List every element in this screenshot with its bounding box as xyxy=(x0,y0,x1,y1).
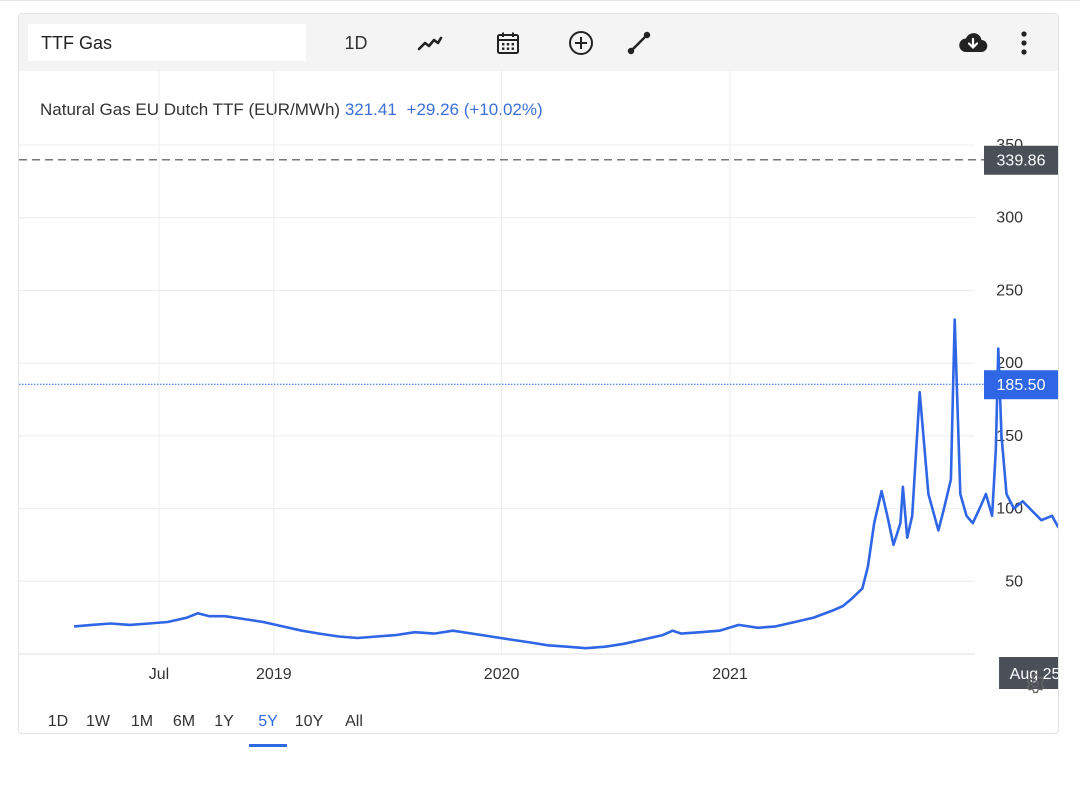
price-line xyxy=(73,318,1058,650)
gear-icon xyxy=(1026,674,1045,694)
chart-settings-button[interactable] xyxy=(1024,673,1046,700)
period-button-6m[interactable]: 6M xyxy=(165,711,203,747)
period-button-1d[interactable]: 1D xyxy=(40,711,76,747)
y-tick-label: 250 xyxy=(996,282,1023,299)
x-tick-label: 2021 xyxy=(712,666,748,683)
period-button-1m[interactable]: 1M xyxy=(123,711,161,747)
last-price-label: 185.50 xyxy=(997,377,1046,394)
x-tick-label: Jul xyxy=(149,666,169,683)
period-button-1y[interactable]: 1Y xyxy=(207,711,241,747)
chart-card: TTF Gas 1D Natural Gas EU Dutch TTF (EUR… xyxy=(18,13,1059,747)
x-tick-label: 2020 xyxy=(484,666,520,683)
period-button-all[interactable]: All xyxy=(337,711,371,747)
period-button-5y[interactable]: 5Y xyxy=(249,711,287,747)
period-button-10y[interactable]: 10Y xyxy=(289,711,329,747)
crosshair-value-label: 339.86 xyxy=(997,153,1046,170)
y-tick-label: 50 xyxy=(1005,573,1023,590)
y-tick-label: 300 xyxy=(996,210,1023,227)
top-divider xyxy=(0,0,1080,1)
period-button-1w[interactable]: 1W xyxy=(79,711,117,747)
x-tick-label: 2019 xyxy=(256,666,292,683)
price-chart[interactable]: 50100150200250300350Jul 2019 2020 2021185.5… xyxy=(19,14,1058,704)
